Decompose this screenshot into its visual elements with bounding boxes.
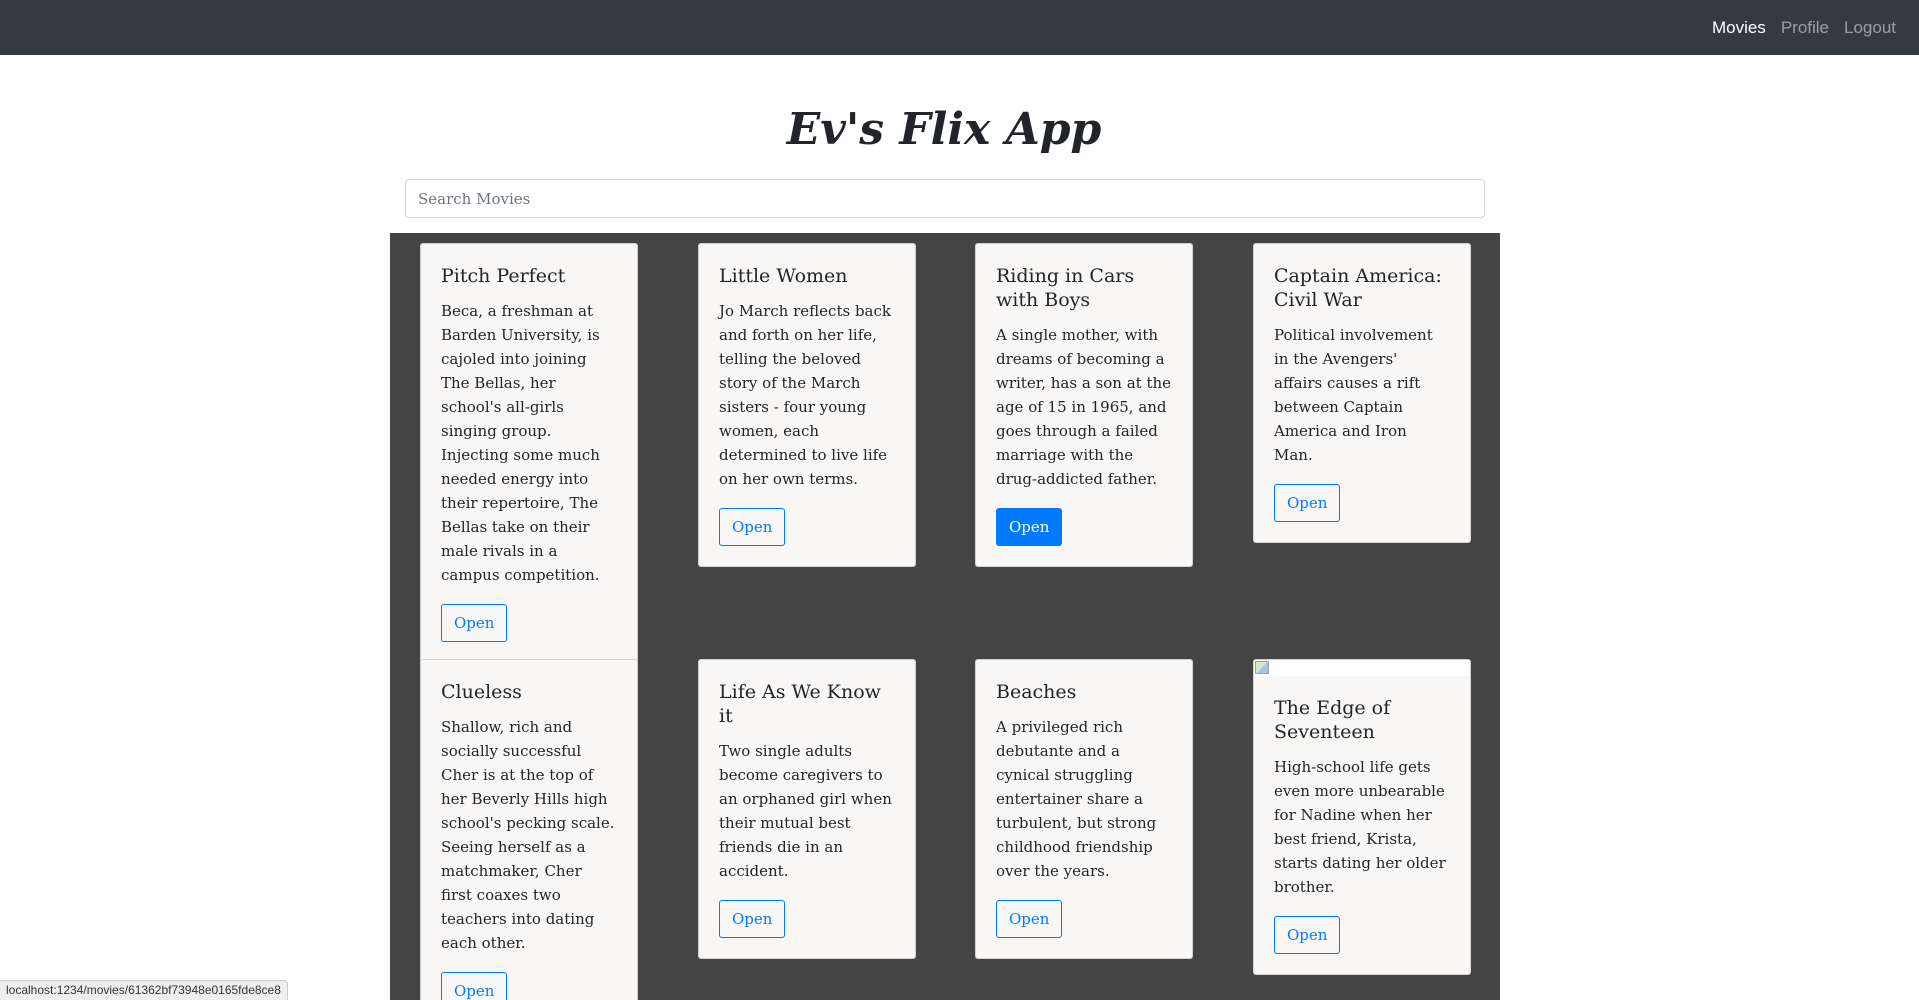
open-movie-button[interactable]: Open bbox=[1274, 916, 1341, 954]
movie-title: Riding in Cars with Boys bbox=[996, 265, 1135, 311]
broken-movie-image bbox=[1254, 660, 1470, 676]
open-movie-button[interactable]: Open bbox=[996, 508, 1063, 546]
open-movie-button[interactable]: Open bbox=[441, 972, 508, 1000]
movie-description: Jo March reflects back and forth on her … bbox=[719, 302, 891, 488]
movie-card: Riding in Cars with Boys A single mother… bbox=[975, 243, 1193, 567]
movie-title: Pitch Perfect bbox=[441, 265, 566, 287]
movie-description: A single mother, with dreams of becoming… bbox=[996, 326, 1172, 488]
movie-card: The Edge of Seventeen High-school life g… bbox=[1253, 659, 1471, 975]
movie-description: Beca, a freshman at Barden University, i… bbox=[441, 302, 600, 584]
nav-links: Movies Profile Logout bbox=[1712, 0, 1896, 55]
movie-card: Little Women Jo March reflects back and … bbox=[698, 243, 916, 567]
movie-title: Life As We Know it bbox=[719, 681, 881, 727]
broken-image-icon bbox=[1255, 661, 1269, 674]
browser-status-bar: localhost:1234/movies/61362bf73948e0165f… bbox=[0, 980, 288, 1000]
movie-description: Political involvement in the Avengers' a… bbox=[1274, 326, 1433, 464]
nav-movies-link[interactable]: Movies bbox=[1712, 18, 1766, 38]
open-movie-button[interactable]: Open bbox=[719, 900, 786, 938]
movie-description: A privileged rich debutante and a cynica… bbox=[996, 718, 1157, 880]
movie-title: Clueless bbox=[441, 681, 522, 703]
movie-card: Beaches A privileged rich debutante and … bbox=[975, 659, 1193, 959]
movie-card: Clueless Shallow, rich and socially succ… bbox=[420, 659, 638, 1000]
open-movie-button[interactable]: Open bbox=[996, 900, 1063, 938]
movie-description: Shallow, rich and socially successful Ch… bbox=[441, 718, 615, 952]
movie-card: Life As We Know it Two single adults bec… bbox=[698, 659, 916, 959]
movie-description: Two single adults become caregivers to a… bbox=[719, 742, 892, 880]
nav-profile-link[interactable]: Profile bbox=[1781, 18, 1829, 38]
movie-title: Little Women bbox=[719, 265, 848, 287]
movie-description: High-school life gets even more unbearab… bbox=[1274, 758, 1446, 896]
movie-card: Pitch Perfect Beca, a freshman at Barden… bbox=[420, 243, 638, 663]
search-movies-input[interactable] bbox=[405, 179, 1485, 218]
top-navbar: Movies Profile Logout bbox=[0, 0, 1919, 55]
nav-logout-link[interactable]: Logout bbox=[1844, 18, 1896, 38]
open-movie-button[interactable]: Open bbox=[719, 508, 786, 546]
app-title: Ev's Flix App bbox=[786, 104, 1102, 155]
movie-title: Beaches bbox=[996, 681, 1077, 703]
movie-title: The Edge of Seventeen bbox=[1274, 697, 1391, 743]
movie-grid: Pitch Perfect Beca, a freshman at Barden… bbox=[390, 233, 1500, 1000]
movie-title: Captain America: Civil War bbox=[1274, 265, 1442, 311]
open-movie-button[interactable]: Open bbox=[441, 604, 508, 642]
open-movie-button[interactable]: Open bbox=[1274, 484, 1341, 522]
movie-card: Captain America: Civil War Political inv… bbox=[1253, 243, 1471, 543]
